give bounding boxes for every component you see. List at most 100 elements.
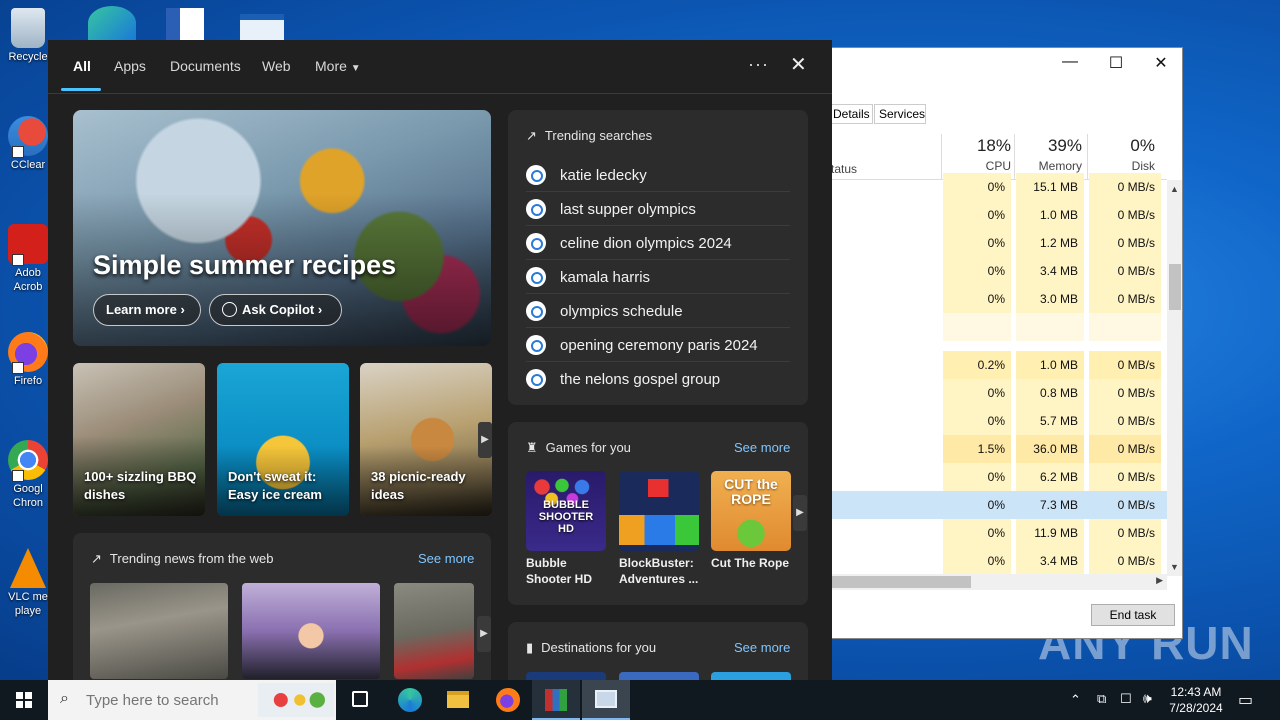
process-row[interactable]: 0% 6.2 MB 0 MB/s: [827, 463, 1167, 491]
task-view-icon: [352, 691, 368, 707]
news-see-more-link[interactable]: See more: [418, 551, 474, 566]
recycle-bin-icon: [11, 8, 45, 48]
process-row[interactable]: 0% 5.7 MB 0 MB/s: [827, 407, 1167, 435]
clock[interactable]: 12:43 AM 7/28/2024: [1166, 684, 1226, 720]
task-view-button[interactable]: [336, 680, 384, 720]
tab-details[interactable]: Details: [829, 104, 873, 124]
tile-ice-cream[interactable]: Don't sweat it: Easy ice cream: [217, 363, 349, 516]
game-blockbuster[interactable]: BlockBuster: Adventures ...: [619, 471, 699, 587]
destination-thumb[interactable]: [711, 672, 791, 680]
column-disk[interactable]: 0% Disk: [1089, 136, 1155, 173]
hero-card[interactable]: Simple summer recipes Learn more › Ask C…: [73, 110, 491, 346]
notifications-icon[interactable]: ▭: [1238, 690, 1253, 720]
cell-mem: [1016, 313, 1084, 341]
windows-logo-icon: [16, 692, 32, 708]
process-row[interactable]: 0% 1.2 MB 0 MB/s: [827, 229, 1167, 257]
column-memory[interactable]: 39% Memory: [1016, 136, 1082, 173]
process-row[interactable]: 0% 11.9 MB 0 MB/s: [827, 519, 1167, 547]
tab-documents[interactable]: Documents: [170, 58, 241, 74]
taskbar-file-explorer[interactable]: [434, 680, 482, 720]
cell-disk: 0 MB/s: [1089, 435, 1161, 463]
trending-search-item[interactable]: the nelons gospel group: [526, 362, 790, 396]
process-row[interactable]: 0% 3.4 MB 0 MB/s: [827, 257, 1167, 285]
network-status-icon[interactable]: ☐: [1120, 691, 1132, 720]
process-row[interactable]: 0% 3.0 MB 0 MB/s: [827, 285, 1167, 313]
taskbar-task-manager[interactable]: [582, 680, 630, 720]
game-title: BlockBuster: Adventures ...: [619, 556, 699, 586]
more-options-icon[interactable]: ···: [748, 54, 769, 75]
tab-services[interactable]: Services: [874, 104, 926, 124]
desktop-icon-label: CClear: [10, 159, 46, 171]
tile-picnic[interactable]: 38 picnic-ready ideas: [360, 363, 492, 516]
horizontal-scrollbar[interactable]: ▶: [827, 574, 1167, 590]
minimize-button[interactable]: —: [1047, 53, 1093, 71]
tile-bbq[interactable]: 100+ sizzling BBQ dishes: [73, 363, 205, 516]
news-thumb[interactable]: [394, 583, 474, 679]
vertical-scrollbar[interactable]: ▲ ▼: [1167, 180, 1182, 576]
process-row[interactable]: 0% 7.3 MB 0 MB/s: [827, 491, 1167, 519]
destination-thumb[interactable]: [526, 672, 606, 680]
trending-search-item[interactable]: olympics schedule: [526, 294, 790, 328]
process-row[interactable]: 0% 15.1 MB 0 MB/s: [827, 173, 1167, 201]
news-thumb[interactable]: [90, 583, 228, 679]
trending-search-item[interactable]: last supper olympics: [526, 192, 790, 226]
network-icon[interactable]: ⧉: [1097, 691, 1106, 720]
trending-search-item[interactable]: katie ledecky: [526, 158, 790, 192]
process-row[interactable]: 1.5% 36.0 MB 0 MB/s: [827, 435, 1167, 463]
desktop-icon-label: Firefo: [13, 375, 43, 387]
desktop-icon-label: VLC me playe: [8, 591, 48, 617]
end-task-button[interactable]: End task: [1091, 604, 1175, 626]
cell-mem: 1.0 MB: [1016, 201, 1084, 229]
process-row[interactable]: 0.2% 1.0 MB 0 MB/s: [827, 351, 1167, 379]
search-highlight-image: [258, 683, 334, 717]
destinations-see-more-link[interactable]: See more: [734, 640, 790, 655]
taskbar-firefox[interactable]: [484, 680, 532, 720]
show-hidden-icons-chevron[interactable]: ⌃: [1070, 692, 1081, 720]
taskbar-winrar[interactable]: [532, 680, 580, 720]
game-bubble-shooter[interactable]: BUBBLE SHOOTER HD Bubble Shooter HD: [526, 471, 606, 587]
search-input[interactable]: [86, 690, 256, 710]
news-thumb[interactable]: [242, 583, 380, 679]
process-row[interactable]: 0% 0.8 MB 0 MB/s: [827, 379, 1167, 407]
destination-thumb[interactable]: [619, 672, 699, 680]
news-next-arrow[interactable]: ▶: [477, 616, 491, 652]
close-button[interactable]: ✕: [1138, 53, 1182, 73]
window-desktop-icon[interactable]: [240, 14, 284, 40]
process-row[interactable]: 0% 3.4 MB 0 MB/s: [827, 547, 1167, 575]
trending-search-item[interactable]: celine dion olympics 2024: [526, 226, 790, 260]
process-row[interactable]: 0% 1.0 MB 0 MB/s: [827, 201, 1167, 229]
process-row[interactable]: [827, 313, 1167, 341]
cell-cpu: 0%: [943, 519, 1011, 547]
tab-web[interactable]: Web: [262, 58, 291, 74]
column-cpu[interactable]: 18% CPU: [943, 136, 1011, 173]
game-cut-the-rope[interactable]: CUT the ROPE Cut The Rope: [711, 471, 791, 571]
volume-icon[interactable]: 🕪: [1143, 690, 1152, 720]
games-see-more-link[interactable]: See more: [734, 440, 790, 455]
close-icon[interactable]: ✕: [790, 52, 807, 77]
edge-desktop-icon[interactable]: [88, 6, 136, 40]
tiles-next-arrow[interactable]: ▶: [478, 422, 492, 458]
taskbar-edge[interactable]: [386, 680, 434, 720]
cell-cpu: 0%: [943, 407, 1011, 435]
word-desktop-icon[interactable]: [166, 8, 204, 40]
search-icon: [526, 369, 546, 389]
tab-apps[interactable]: Apps: [114, 58, 146, 74]
folder-icon: [447, 691, 469, 708]
cell-cpu: [943, 313, 1011, 341]
clock-time: 12:43 AM: [1170, 685, 1222, 699]
ask-copilot-button[interactable]: Ask Copilot ›: [209, 294, 342, 326]
tab-all[interactable]: All: [73, 58, 91, 74]
start-button[interactable]: [0, 680, 48, 720]
cell-cpu: 0%: [943, 285, 1011, 313]
trending-search-item[interactable]: opening ceremony paris 2024: [526, 328, 790, 362]
taskbar: ⌕ ⌃ ⧉ ☐ 🕪 12:43 AM 7/28/2024 ▭: [0, 680, 1280, 720]
taskbar-search-box[interactable]: ⌕: [48, 680, 336, 720]
games-next-arrow[interactable]: ▶: [793, 495, 807, 531]
trending-search-item[interactable]: kamala harris: [526, 260, 790, 294]
cell-cpu: 0%: [943, 379, 1011, 407]
tab-more[interactable]: More ▼: [315, 58, 361, 74]
trending-search-text: opening ceremony paris 2024: [560, 337, 758, 354]
maximize-button[interactable]: ☐: [1093, 53, 1139, 73]
learn-more-button[interactable]: Learn more ›: [93, 294, 201, 326]
cell-cpu: 0%: [943, 173, 1011, 201]
